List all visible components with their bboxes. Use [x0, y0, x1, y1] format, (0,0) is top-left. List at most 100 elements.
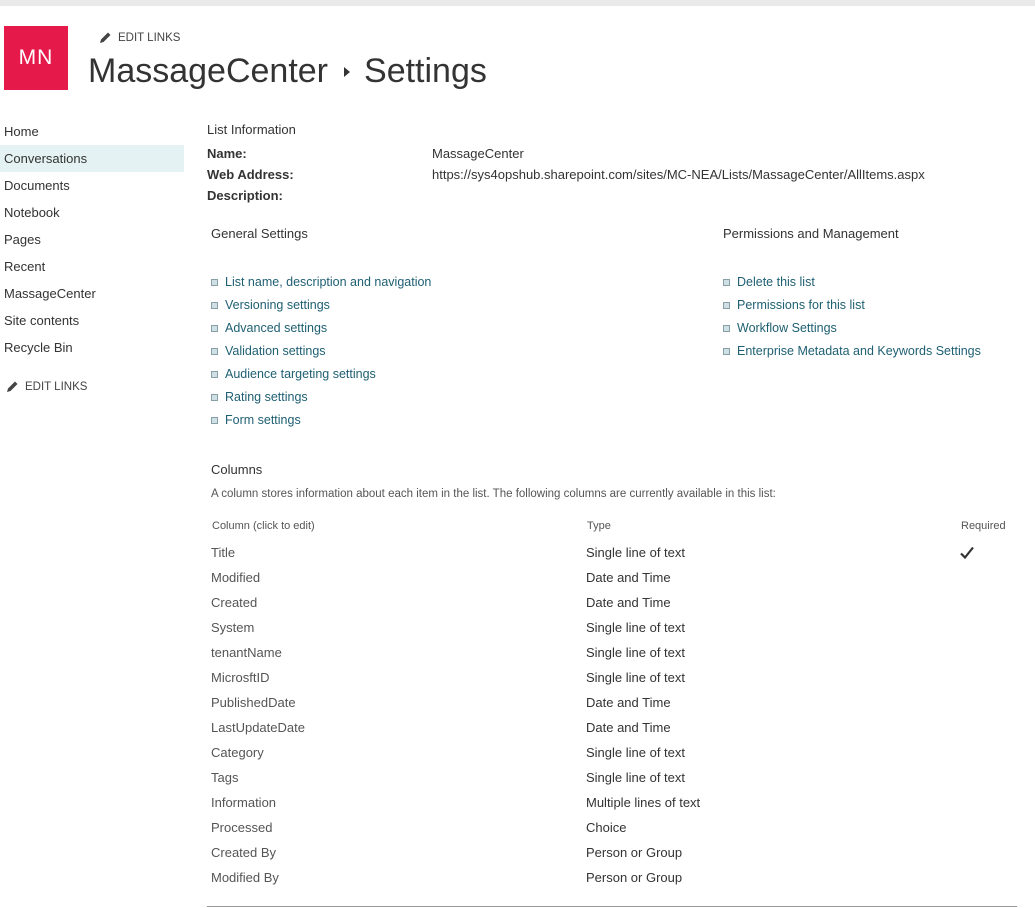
list-item: Audience targeting settings — [211, 363, 431, 386]
link-workflow-settings[interactable]: Workflow Settings — [737, 317, 837, 340]
column-name-link[interactable]: LastUpdateDate — [211, 715, 305, 740]
bullet-icon — [211, 394, 218, 401]
column-type: Single line of text — [586, 745, 686, 760]
column-header-required: Required — [961, 520, 1006, 532]
pencil-icon — [7, 381, 18, 392]
table-row: LastUpdateDate Date and Time — [211, 715, 1011, 740]
general-settings-list: List name, description and navigation Ve… — [211, 271, 431, 432]
table-row: Modified By Person or Group — [211, 865, 1011, 890]
columns-table: Title Single line of text Modified Date and… — [211, 540, 1011, 890]
nav-item-notebook[interactable]: Notebook — [0, 199, 184, 226]
link-advanced-settings[interactable]: Advanced settings — [225, 317, 327, 340]
permissions-list: Delete this list Permissions for this li… — [723, 271, 981, 363]
list-item: List name, description and navigation — [211, 271, 431, 294]
column-type: Choice — [586, 820, 627, 835]
nav-item-site-contents[interactable]: Site contents — [0, 307, 184, 334]
link-rating-settings[interactable]: Rating settings — [225, 386, 308, 409]
required-check-icon — [960, 546, 974, 560]
table-row: Tags Single line of text — [211, 765, 1011, 790]
bullet-icon — [211, 348, 218, 355]
list-item: Form settings — [211, 409, 431, 432]
bullet-icon — [211, 417, 218, 424]
table-row: PublishedDate Date and Time — [211, 690, 1011, 715]
column-name-link[interactable]: Modified By — [211, 865, 279, 890]
column-type: Single line of text — [586, 770, 686, 785]
list-item: Permissions for this list — [723, 294, 981, 317]
link-list-name-description-navigation[interactable]: List name, description and navigation — [225, 271, 431, 294]
columns-description: A column stores information about each i… — [211, 488, 776, 500]
bullet-icon — [723, 302, 730, 309]
column-name-link[interactable]: Created By — [211, 840, 276, 865]
edit-links-top-label: EDIT LINKS — [118, 31, 181, 44]
site-logo[interactable]: MN — [4, 26, 68, 90]
name-value: MassageCenter — [432, 146, 524, 161]
list-item: Versioning settings — [211, 294, 431, 317]
bullet-icon — [211, 302, 218, 309]
column-name-link[interactable]: PublishedDate — [211, 690, 296, 715]
table-row: tenantName Single line of text — [211, 640, 1011, 665]
link-permissions-for-this-list[interactable]: Permissions for this list — [737, 294, 865, 317]
permissions-heading: Permissions and Management — [723, 226, 899, 241]
column-header-type: Type — [587, 520, 611, 532]
breadcrumb-site[interactable]: MassageCenter — [88, 52, 328, 91]
nav-item-documents[interactable]: Documents — [0, 172, 184, 199]
table-row: Information Multiple lines of text — [211, 790, 1011, 815]
bullet-icon — [211, 325, 218, 332]
description-label: Description: — [207, 188, 283, 203]
table-row: MicrosftID Single line of text — [211, 665, 1011, 690]
nav-item-home[interactable]: Home — [0, 118, 184, 145]
column-type: Person or Group — [586, 845, 683, 860]
breadcrumb-page: Settings — [364, 52, 487, 90]
general-settings-heading: General Settings — [211, 226, 308, 241]
column-name-link[interactable]: Information — [211, 790, 276, 815]
link-versioning-settings[interactable]: Versioning settings — [225, 294, 330, 317]
edit-links-top[interactable]: EDIT LINKS — [99, 31, 180, 44]
bullet-icon — [211, 279, 218, 286]
list-item: Enterprise Metadata and Keywords Setting… — [723, 340, 981, 363]
nav-item-recycle-bin[interactable]: Recycle Bin — [0, 334, 184, 361]
column-name-link[interactable]: Processed — [211, 815, 272, 840]
nav-item-recent[interactable]: Recent — [0, 253, 184, 280]
web-address-label: Web Address: — [207, 167, 294, 182]
column-type: Date and Time — [586, 695, 671, 710]
list-item: Rating settings — [211, 386, 431, 409]
link-delete-this-list[interactable]: Delete this list — [737, 271, 815, 294]
bullet-icon — [723, 325, 730, 332]
page-title: MassageCenter Settings — [88, 52, 487, 91]
link-audience-targeting-settings[interactable]: Audience targeting settings — [225, 363, 376, 386]
column-type: Date and Time — [586, 595, 671, 610]
name-label: Name: — [207, 146, 247, 161]
column-name-link[interactable]: Created — [211, 590, 257, 615]
list-item: Advanced settings — [211, 317, 431, 340]
table-row: Category Single line of text — [211, 740, 1011, 765]
column-type: Date and Time — [586, 570, 671, 585]
link-validation-settings[interactable]: Validation settings — [225, 340, 326, 363]
column-name-link[interactable]: tenantName — [211, 640, 282, 665]
top-bar — [0, 0, 1035, 6]
list-item: Validation settings — [211, 340, 431, 363]
nav-item-conversations[interactable]: Conversations — [0, 145, 184, 172]
left-navigation: Home Conversations Documents Notebook Pa… — [0, 118, 184, 361]
table-row: Title Single line of text — [211, 540, 1011, 565]
nav-item-pages[interactable]: Pages — [0, 226, 184, 253]
edit-links-nav[interactable]: EDIT LINKS — [6, 380, 87, 393]
list-information-heading: List Information — [207, 122, 296, 137]
column-name-link[interactable]: Tags — [211, 765, 238, 790]
nav-item-massagecenter[interactable]: MassageCenter — [0, 280, 184, 307]
link-enterprise-metadata-keywords-settings[interactable]: Enterprise Metadata and Keywords Setting… — [737, 340, 981, 363]
web-address-value: https://sys4opshub.sharepoint.com/sites/… — [432, 167, 925, 182]
column-name-link[interactable]: Modified — [211, 565, 260, 590]
column-name-link[interactable]: Title — [211, 540, 235, 565]
breadcrumb-separator-icon — [344, 66, 351, 77]
link-form-settings[interactable]: Form settings — [225, 409, 301, 432]
columns-heading: Columns — [211, 462, 263, 477]
bullet-icon — [723, 279, 730, 286]
column-name-link[interactable]: System — [211, 615, 254, 640]
table-row: Created By Person or Group — [211, 840, 1011, 865]
column-type: Date and Time — [586, 720, 671, 735]
pencil-icon — [100, 32, 111, 43]
column-name-link[interactable]: MicrosftID — [211, 665, 270, 690]
column-name-link[interactable]: Category — [211, 740, 264, 765]
column-type: Single line of text — [586, 670, 686, 685]
column-type: Person or Group — [586, 870, 683, 885]
